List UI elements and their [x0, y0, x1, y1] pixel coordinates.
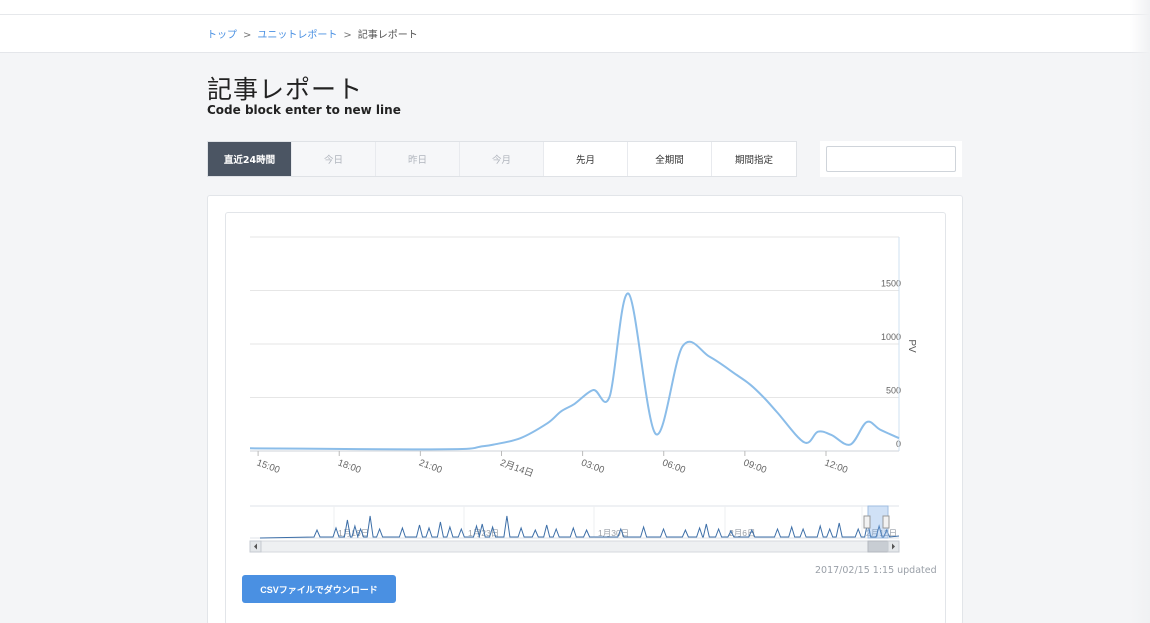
tab-custom-range[interactable]: 期間指定 [712, 142, 796, 176]
breadcrumb-current: 記事レポート [357, 30, 418, 41]
y-tick-label: 1500 [881, 279, 901, 289]
breadcrumb-top-link[interactable]: トップ [207, 30, 237, 41]
breadcrumb-unit-report-link[interactable]: ユニットレポート [257, 30, 337, 41]
breadcrumb-bar: トップ > ユニットレポート > 記事レポート [0, 15, 1150, 53]
x-tick-label: 18:00 [336, 457, 362, 475]
tab-last-month[interactable]: 先月 [544, 142, 628, 176]
y-tick-label: 1000 [881, 332, 901, 342]
breadcrumb: トップ > ユニットレポート > 記事レポート [207, 26, 418, 41]
top-header-bar [0, 0, 1150, 15]
x-tick-label: 15:00 [255, 457, 281, 475]
x-tick-label: 2月14日 [498, 457, 535, 479]
navigator-left-handle [863, 515, 871, 529]
tab-last-24-hours[interactable]: 直近24時間 [208, 142, 292, 176]
y-axis-label: PV [906, 339, 917, 353]
x-tick-label: 09:00 [742, 457, 768, 475]
tab-today[interactable]: 今日 [292, 142, 376, 176]
tab-this-month[interactable]: 今月 [460, 142, 544, 176]
pv-series-line [249, 292, 900, 451]
pv-line-chart: 050010001500PV15:00 18:00 21:00 2月14日 03:00 0… [249, 236, 917, 553]
date-range-box [820, 141, 962, 177]
x-tick-label: 12:00 [823, 457, 849, 475]
x-tick-label: 06:00 [661, 457, 687, 475]
tab-yesterday[interactable]: 昨日 [376, 142, 460, 176]
y-tick-label: 0 [896, 439, 901, 449]
breadcrumb-separator: > [343, 30, 352, 41]
breadcrumb-separator: > [243, 30, 252, 41]
navigator-right-handle [882, 515, 890, 529]
tab-all-time[interactable]: 全期間 [628, 142, 712, 176]
date-range-input[interactable] [826, 146, 956, 172]
page-subtitle: Code block enter to new line [207, 103, 401, 117]
csv-download-button[interactable]: CSVファイルでダウンロード [242, 575, 396, 603]
navigator-scrollbar-thumb [867, 540, 891, 553]
period-tabs: 直近24時間 今日 昨日 今月 先月 全期間 期間指定 [207, 141, 797, 177]
x-tick-label: 21:00 [417, 457, 443, 475]
updated-timestamp: 2017/02/15 1:15 updated [815, 565, 937, 576]
right-edge-shadow [1130, 0, 1150, 623]
page-title: 記事レポート [207, 75, 364, 104]
navigator-scrollbar-track [249, 540, 900, 553]
x-tick-label: 03:00 [580, 457, 606, 475]
